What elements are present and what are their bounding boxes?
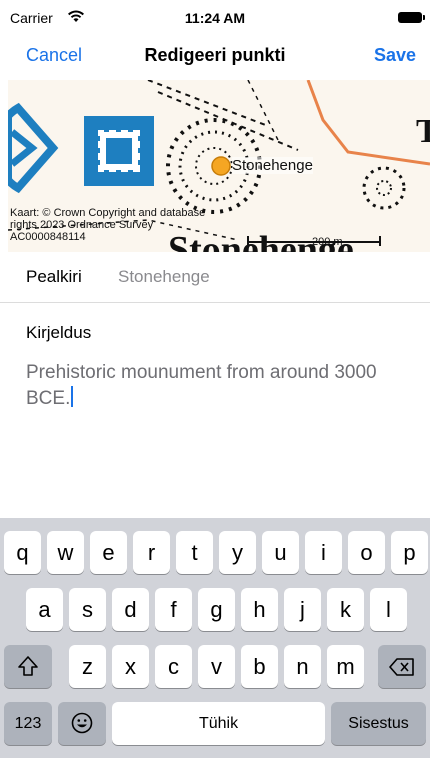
numbers-key[interactable]: 123 — [4, 702, 52, 745]
map-scale-label: 200 m — [312, 236, 343, 248]
emoji-icon — [71, 712, 93, 734]
key-b[interactable]: b — [241, 645, 278, 688]
return-key[interactable]: Sisestus — [331, 702, 426, 745]
space-key[interactable]: Tühik — [112, 702, 325, 745]
key-d[interactable]: d — [112, 588, 149, 631]
page-title: Redigeeri punkti — [144, 45, 286, 65]
key-f[interactable]: f — [155, 588, 192, 631]
key-u[interactable]: u — [262, 531, 299, 574]
key-m[interactable]: m — [327, 645, 364, 688]
key-j[interactable]: j — [284, 588, 321, 631]
map-view[interactable]: T Stonehenge Stonehenge Kaart: © Crown C… — [8, 80, 430, 252]
title-row[interactable]: Pealkiri Stonehenge — [0, 252, 430, 303]
key-c[interactable]: c — [155, 645, 192, 688]
svg-text:T: T — [416, 113, 430, 150]
map-poi-label: Stonehenge — [232, 157, 313, 174]
key-p[interactable]: p — [391, 531, 428, 574]
key-a[interactable]: a — [26, 588, 63, 631]
shift-key[interactable] — [4, 645, 52, 688]
key-i[interactable]: i — [305, 531, 342, 574]
status-bar: Carrier 11:24 AM — [0, 0, 430, 34]
key-w[interactable]: w — [47, 531, 84, 574]
backspace-icon — [389, 658, 414, 676]
description-field[interactable]: Prehistoric mounument from around 3000 B… — [26, 360, 406, 412]
navigation-bar: Cancel Redigeeri punkti Save — [0, 34, 430, 80]
map-attribution: Kaart: © Crown Copyright and database ri… — [10, 207, 206, 243]
key-l[interactable]: l — [370, 588, 407, 631]
backspace-key[interactable] — [378, 645, 426, 688]
key-o[interactable]: o — [348, 531, 385, 574]
key-k[interactable]: k — [327, 588, 364, 631]
title-label: Pealkiri — [26, 267, 82, 286]
emoji-key[interactable] — [58, 702, 106, 745]
clock: 11:24 AM — [184, 10, 246, 26]
battery-icon — [398, 12, 425, 23]
key-g[interactable]: g — [198, 588, 235, 631]
key-v[interactable]: v — [198, 645, 235, 688]
location-marker-icon — [211, 156, 231, 176]
key-r[interactable]: r — [133, 531, 170, 574]
key-z[interactable]: z — [69, 645, 106, 688]
save-button[interactable]: Save — [374, 45, 416, 66]
key-y[interactable]: y — [219, 531, 256, 574]
description-text: Prehistoric mounument from around 3000 B… — [26, 362, 377, 409]
text-cursor — [71, 386, 74, 407]
key-t[interactable]: t — [176, 531, 213, 574]
key-x[interactable]: x — [112, 645, 149, 688]
key-e[interactable]: e — [90, 531, 127, 574]
title-field[interactable]: Stonehenge — [118, 267, 210, 287]
key-q[interactable]: q — [4, 531, 41, 574]
keyboard: q w e r t y u i o p a s d f g h j k l z … — [0, 518, 430, 758]
description-label: Kirjeldus — [26, 323, 92, 342]
key-n[interactable]: n — [284, 645, 321, 688]
key-h[interactable]: h — [241, 588, 278, 631]
shift-icon — [18, 656, 38, 676]
key-s[interactable]: s — [69, 588, 106, 631]
